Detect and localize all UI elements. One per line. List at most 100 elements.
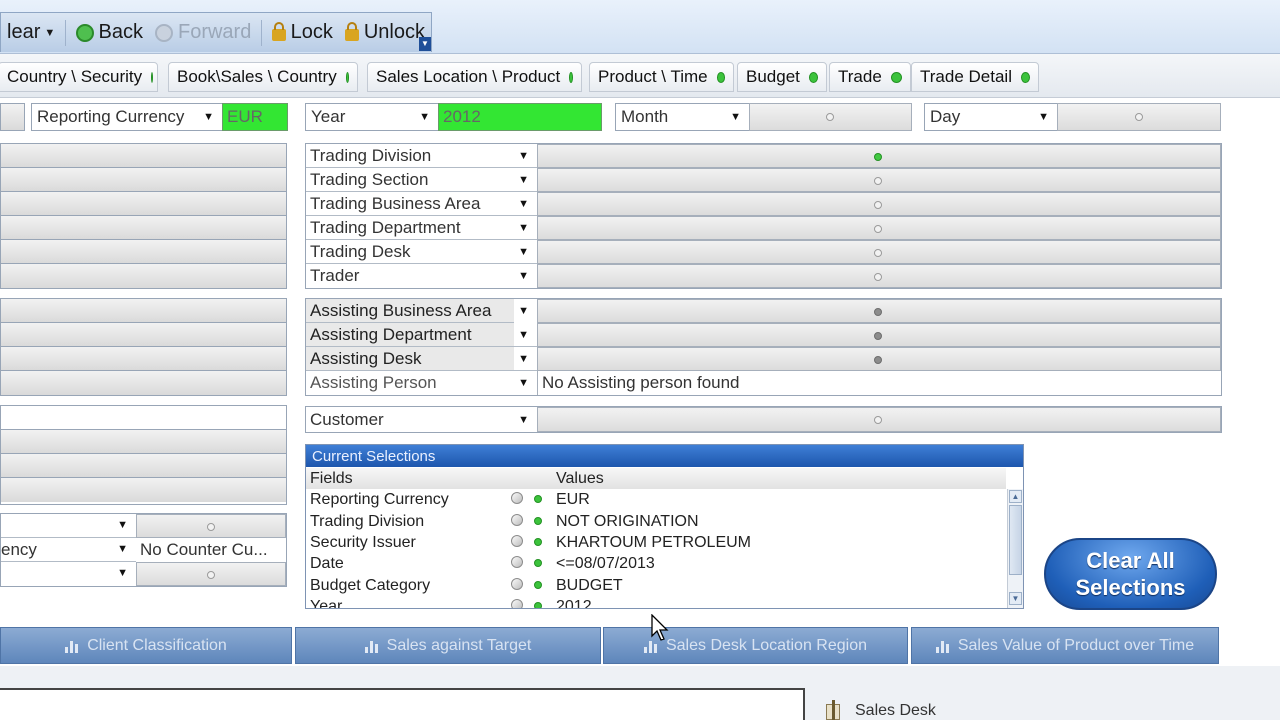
- chevron-down-icon[interactable]: ▼: [199, 111, 222, 123]
- list-item[interactable]: [1, 323, 286, 347]
- lock-button[interactable]: Lock: [266, 21, 339, 44]
- trading-division-field[interactable]: Trading Division ▼: [306, 144, 537, 168]
- list-item-value[interactable]: No Counter Cu...: [136, 538, 286, 562]
- assisting-person-field[interactable]: Assisting Person ▼: [306, 371, 537, 395]
- list-item[interactable]: [1, 454, 286, 478]
- chevron-down-icon[interactable]: ▼: [514, 323, 537, 346]
- list-item[interactable]: [1, 371, 286, 395]
- chevron-down-icon[interactable]: ▼: [514, 222, 537, 234]
- tab-sales-value-product-over-time[interactable]: Sales Value of Product over Time: [911, 627, 1219, 664]
- chevron-down-icon[interactable]: ▼: [514, 150, 537, 162]
- list-item-value[interactable]: [136, 514, 286, 538]
- list-item[interactable]: [1, 478, 286, 502]
- trading-business-area-value[interactable]: [537, 192, 1221, 216]
- edit-icon[interactable]: [511, 599, 523, 608]
- month-value[interactable]: [749, 103, 912, 131]
- trader-value[interactable]: [537, 264, 1221, 288]
- edit-icon[interactable]: [511, 535, 523, 547]
- tab-client-classification[interactable]: Client Classification: [0, 627, 292, 664]
- chevron-down-icon[interactable]: ▼: [1034, 111, 1057, 123]
- unlock-button[interactable]: Unlock: [339, 21, 431, 44]
- chevron-down-icon[interactable]: ▼: [726, 111, 749, 123]
- edit-icon[interactable]: [511, 556, 523, 568]
- trading-section-field[interactable]: Trading Section ▼: [306, 168, 537, 192]
- reporting-currency-field[interactable]: Reporting Currency ▼: [31, 103, 223, 131]
- clear-all-selections-button[interactable]: Clear All Selections: [1044, 538, 1217, 610]
- list-item[interactable]: ▼: [1, 562, 136, 586]
- list-item[interactable]: [1, 347, 286, 371]
- chevron-down-icon[interactable]: ▼: [514, 198, 537, 210]
- tab-budget[interactable]: Budget: [737, 62, 827, 92]
- chevron-down-icon[interactable]: ▼: [514, 246, 537, 258]
- chevron-down-icon[interactable]: ▼: [415, 111, 438, 123]
- assisting-desk-value[interactable]: [537, 347, 1221, 371]
- tab-book-sales-country[interactable]: Book\Sales \ Country: [168, 62, 358, 92]
- list-item[interactable]: ▼: [1, 514, 136, 538]
- list-item[interactable]: [1, 240, 286, 264]
- tab-sales-against-target[interactable]: Sales against Target: [295, 627, 601, 664]
- assisting-business-area-value[interactable]: [537, 299, 1221, 323]
- tab-trade[interactable]: Trade: [829, 62, 911, 92]
- clear-button[interactable]: lear ▼: [1, 21, 61, 44]
- back-icon: [75, 23, 94, 42]
- chevron-down-icon[interactable]: ▼: [514, 347, 537, 370]
- chevron-down-icon[interactable]: ▼: [113, 543, 136, 555]
- chevron-down-icon[interactable]: ▼: [113, 567, 136, 579]
- assisting-business-area-field[interactable]: Assisting Business Area ▼: [306, 298, 537, 323]
- tab-product-time[interactable]: Product \ Time: [589, 62, 734, 92]
- tab-sales-location-product[interactable]: Sales Location \ Product: [367, 62, 582, 92]
- chevron-down-icon[interactable]: ▼: [514, 270, 537, 282]
- left-filter-stub[interactable]: [0, 103, 25, 131]
- chevron-down-icon[interactable]: ▼: [514, 377, 537, 389]
- year-field[interactable]: Year ▼: [305, 103, 439, 131]
- year-value[interactable]: 2012: [438, 103, 602, 131]
- trading-department-field[interactable]: Trading Department ▼: [306, 216, 537, 240]
- tab-trade-detail[interactable]: Trade Detail: [911, 62, 1039, 92]
- list-item[interactable]: [1, 264, 286, 288]
- assisting-department-field[interactable]: Assisting Department ▼: [306, 323, 537, 347]
- chevron-down-icon[interactable]: ▼: [514, 298, 537, 323]
- list-item[interactable]: ency ▼: [1, 538, 136, 562]
- day-value[interactable]: [1057, 103, 1221, 131]
- list-item[interactable]: [1, 430, 286, 454]
- assisting-desk-field[interactable]: Assisting Desk ▼: [306, 347, 537, 371]
- toolbar-overflow-icon[interactable]: ▼: [419, 37, 431, 51]
- list-item[interactable]: [1, 216, 286, 240]
- assisting-person-value[interactable]: No Assisting person found: [537, 371, 1221, 395]
- trading-division-value[interactable]: [537, 144, 1221, 168]
- trading-desk-value[interactable]: [537, 240, 1221, 264]
- list-item[interactable]: [1, 192, 286, 216]
- trading-section-value[interactable]: [537, 168, 1221, 192]
- list-item[interactable]: [1, 406, 286, 430]
- day-field[interactable]: Day ▼: [924, 103, 1058, 131]
- edit-icon[interactable]: [511, 578, 523, 590]
- tab-country-security[interactable]: Country \ Security: [0, 62, 158, 92]
- month-field[interactable]: Month ▼: [615, 103, 750, 131]
- edit-icon[interactable]: [511, 492, 523, 504]
- chevron-down-icon[interactable]: ▼: [113, 519, 136, 531]
- reporting-currency-value[interactable]: EUR: [222, 103, 288, 131]
- back-button[interactable]: Back: [70, 21, 149, 44]
- edit-icon[interactable]: [511, 514, 523, 526]
- scroll-down-icon[interactable]: ▼: [1009, 592, 1022, 605]
- current-selections-scrollbar[interactable]: ▲ ▼: [1007, 489, 1023, 608]
- list-item[interactable]: [1, 299, 286, 323]
- trader-field[interactable]: Trader ▼: [306, 264, 537, 288]
- list-item[interactable]: [1, 144, 286, 168]
- scroll-thumb[interactable]: [1009, 505, 1022, 575]
- trading-department-value[interactable]: [537, 216, 1221, 240]
- trading-desk-field[interactable]: Trading Desk ▼: [306, 240, 537, 264]
- list-item-value[interactable]: [136, 562, 286, 586]
- tab-sales-desk-location-region[interactable]: Sales Desk Location Region: [603, 627, 908, 664]
- assisting-department-value[interactable]: [537, 323, 1221, 347]
- trading-business-area-field[interactable]: Trading Business Area ▼: [306, 192, 537, 216]
- customer-value[interactable]: [537, 407, 1221, 432]
- list-item[interactable]: [1, 168, 286, 192]
- field-label: Trading Business Area: [310, 193, 481, 213]
- chevron-down-icon[interactable]: ▼: [514, 414, 537, 426]
- field-label: Trading Department: [310, 217, 461, 237]
- customer-field[interactable]: Customer ▼: [306, 407, 537, 432]
- scroll-up-icon[interactable]: ▲: [1009, 490, 1022, 503]
- chevron-down-icon[interactable]: ▼: [514, 174, 537, 186]
- forward-button[interactable]: Forward: [149, 21, 257, 44]
